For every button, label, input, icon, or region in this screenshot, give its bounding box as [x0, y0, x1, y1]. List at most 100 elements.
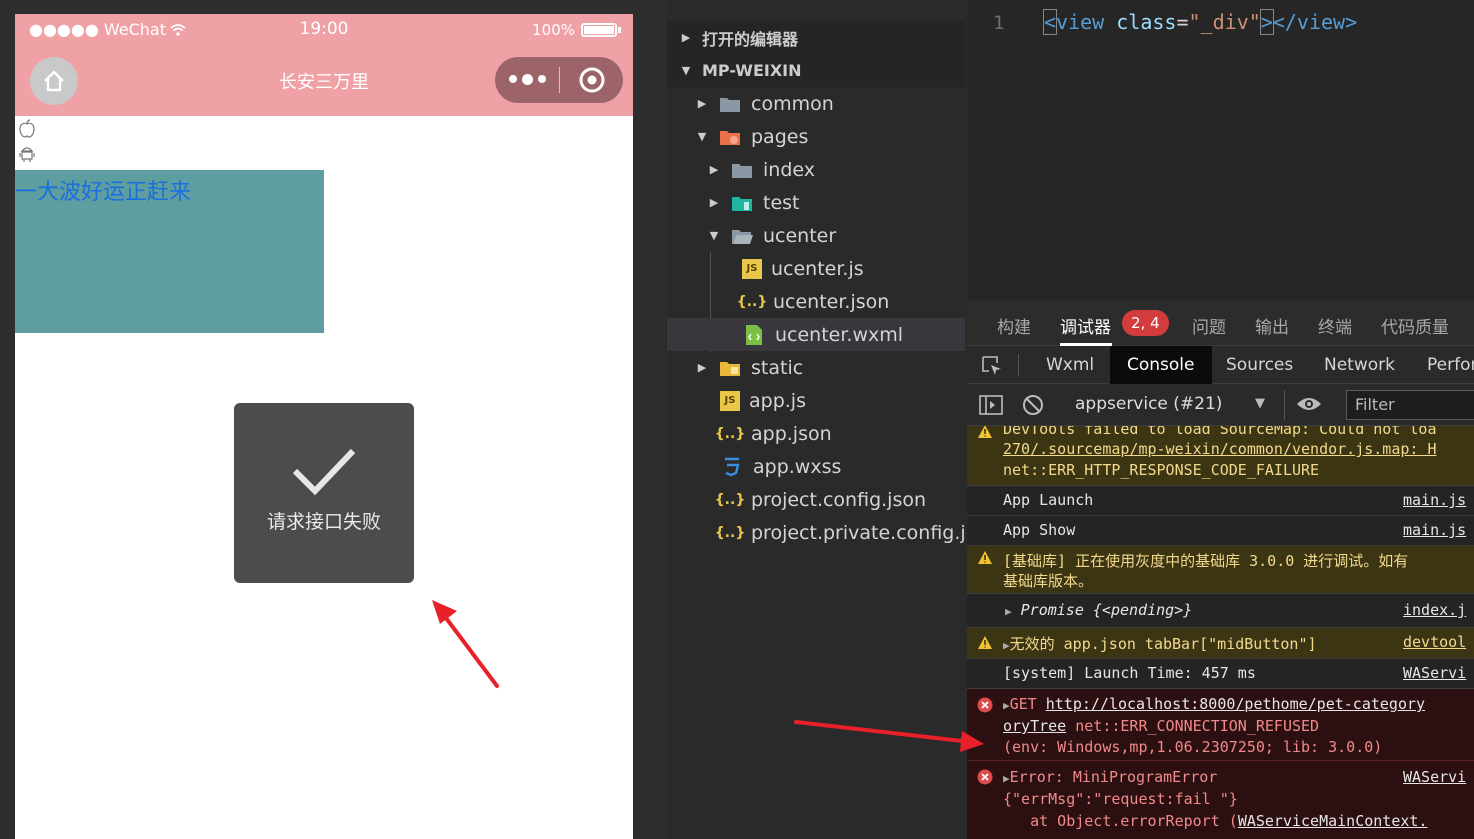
battery-tip [618, 27, 621, 33]
tree-item-index[interactable]: ▶ index [667, 153, 965, 186]
tree-item-ucenter[interactable]: ▼ ucenter [667, 219, 965, 252]
wxml-file-icon [742, 323, 766, 347]
log-text: (env: Windows,mp,1.06.2307250; lib: 3.0.… [1003, 738, 1383, 756]
attr-value: "_div" [1188, 10, 1261, 34]
tree-item-app-wxss[interactable]: app.wxss [667, 450, 965, 483]
tab-console[interactable]: Console [1110, 346, 1212, 384]
dropdown-arrow-icon[interactable]: ▼ [1255, 396, 1265, 411]
code-line[interactable]: <view class="_div"></view> [1042, 9, 1358, 35]
attr-name: class [1116, 10, 1177, 34]
toolbar-divider [1018, 354, 1019, 376]
chevron-down-icon: ▼ [681, 64, 691, 77]
sidebar-toggle-icon[interactable] [979, 394, 1003, 420]
tree-item-label: app.wxss [753, 455, 842, 478]
log-error-connection-refused: ▶GET http://localhost:8000/pethome/pet-c… [967, 689, 1474, 761]
tab-output[interactable]: 输出 [1255, 313, 1289, 338]
toast-text: 请求接口失败 [266, 511, 381, 533]
battery-percent: 100% [532, 21, 575, 39]
stack-trace-line: at Object.errorReport (WAServiceMainCont… [1003, 812, 1428, 830]
toolbar-divider [1284, 390, 1285, 420]
js-file-icon: JS [742, 258, 762, 279]
tree-item-label: project.private.config.js... [751, 521, 965, 544]
tree-item-app-json[interactable]: {..} app.json [667, 417, 965, 450]
file-explorer: ▶ 打开的编辑器 ▼ MP-WEIXIN ▶ common ▼ pages ▶ … [667, 0, 965, 839]
test-folder-icon [730, 191, 754, 215]
target-icon [579, 67, 604, 93]
error-icon [977, 697, 993, 717]
tree-item-project-private-config[interactable]: {..} project.private.config.js... [667, 516, 965, 549]
tree-item-ucenter-wxml[interactable]: ucenter.wxml [667, 318, 965, 351]
source-link[interactable]: WAServi [1403, 768, 1466, 786]
close-miniprogram-button[interactable] [560, 66, 623, 94]
source-link[interactable]: main.js [1403, 491, 1466, 509]
tab-sources[interactable]: Sources [1226, 346, 1293, 384]
chevron-right-icon: ▶ [697, 361, 707, 374]
tab-code-quality[interactable]: 代码质量 [1381, 313, 1449, 338]
sourcemap-link[interactable]: 270/.sourcemap/mp-weixin/common/vendor.j… [1003, 440, 1436, 458]
tree-item-label: app.js [749, 389, 806, 412]
tab-build[interactable]: 构建 [997, 313, 1031, 338]
static-folder-icon [718, 356, 742, 380]
warning-icon [977, 426, 993, 443]
filter-input[interactable]: Filter [1346, 390, 1474, 420]
pages-folder-icon [718, 125, 742, 149]
tab-debugger[interactable]: 调试器 [1060, 313, 1111, 338]
log-text[interactable]: ▶GET http://localhost:8000/pethome/pet-c… [1003, 695, 1425, 713]
navigation-bar: 长安三万里 [15, 46, 633, 116]
log-text: oryTree net::ERR_CONNECTION_REFUSED [1003, 717, 1320, 735]
tree-item-label: test [763, 191, 800, 214]
chevron-right-icon: ▶ [709, 196, 719, 209]
panel-tabs: 构建 调试器 2, 4 问题 输出 终端 代码质量 [967, 300, 1474, 346]
stack-trace-link[interactable]: WAServiceMainContext. [1238, 812, 1428, 830]
menu-capsule [495, 57, 623, 103]
tree-item-static[interactable]: ▶ static [667, 351, 965, 384]
teal-text: 一大波好运正赶来 [15, 180, 192, 205]
json-file-icon: {..} [736, 293, 768, 310]
json-file-icon: {..} [714, 491, 746, 508]
project-header[interactable]: ▼ MP-WEIXIN [667, 54, 965, 87]
more-icon[interactable] [495, 74, 559, 85]
tab-network[interactable]: Network [1324, 346, 1395, 384]
tab-wxml[interactable]: Wxml [1046, 346, 1094, 384]
open-folder-icon [730, 224, 754, 248]
log-text[interactable]: ▶ Promise {<pending>} [1005, 601, 1192, 619]
open-editors-header[interactable]: ▶ 打开的编辑器 [667, 21, 965, 54]
source-link[interactable]: main.js [1403, 521, 1466, 539]
source-link[interactable]: devtool [1403, 633, 1466, 651]
tab-terminal[interactable]: 终端 [1318, 313, 1352, 338]
tree-item-label: index [763, 158, 815, 181]
tree-item-project-config[interactable]: {..} project.config.json [667, 483, 965, 516]
source-link[interactable]: index.j [1403, 601, 1466, 619]
log-text: net::ERR_HTTP_RESPONSE_CODE_FAILURE [1003, 461, 1320, 479]
tab-performance[interactable]: Perfor [1427, 346, 1474, 384]
log-text: App Show [1003, 521, 1076, 539]
tab-problems[interactable]: 问题 [1192, 313, 1226, 338]
tree-item-pages[interactable]: ▼ pages [667, 120, 965, 153]
log-warning-base-lib: [基础库] 正在使用灰度中的基础库 3.0.0 进行调试。如有 基础库版本。 [967, 546, 1474, 594]
tree-item-app-js[interactable]: JS app.js [667, 384, 965, 417]
console-log: DevTools failed to load SourceMap: Could… [967, 426, 1474, 839]
source-link[interactable]: WAServi [1403, 664, 1466, 682]
eye-icon[interactable] [1296, 395, 1322, 417]
apple-icon [18, 119, 38, 141]
log-text[interactable]: ▶Error: MiniProgramError [1003, 768, 1217, 786]
log-app-launch: App Launch main.js [967, 486, 1474, 516]
tree-item-ucenter-json[interactable]: {..} ucenter.json [667, 285, 965, 318]
request-url-link[interactable]: http://localhost:8000/pethome/pet-catego… [1046, 695, 1425, 713]
log-text[interactable]: ▶无效的 app.json tabBar["midButton"] [1003, 633, 1317, 654]
tree-item-label: static [751, 356, 804, 379]
closing-tag-end: > [1345, 10, 1358, 34]
inspect-element-icon[interactable] [981, 355, 1003, 381]
checkmark-icon [292, 448, 356, 496]
tree-item-common[interactable]: ▶ common [667, 87, 965, 120]
code-editor[interactable]: 1 <view class="_div"></view> [967, 0, 1474, 300]
phone-screen: ●●●●● WeChat 19:00 100% 长安三万里 一大波好运正赶来 请… [15, 14, 633, 839]
toast: 请求接口失败 [234, 403, 414, 583]
tree-item-test[interactable]: ▶ test [667, 186, 965, 219]
close-bracket: > [1259, 9, 1274, 35]
clear-console-icon[interactable] [1022, 394, 1044, 420]
css-file-icon [720, 455, 744, 479]
tree-item-ucenter-js[interactable]: JS ucenter.js [667, 252, 965, 285]
json-file-icon: {..} [714, 524, 746, 541]
context-selector[interactable]: appservice (#21) [1075, 394, 1222, 414]
